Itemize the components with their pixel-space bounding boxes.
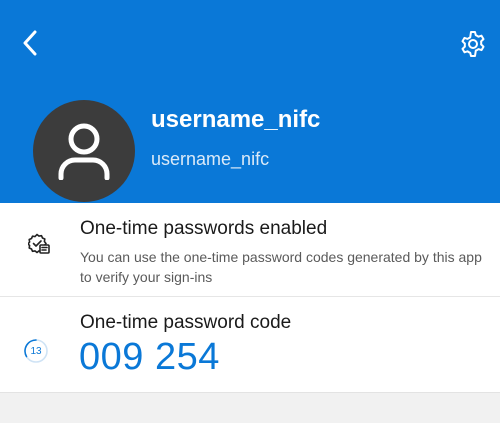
avatar xyxy=(33,100,135,202)
person-icon xyxy=(58,123,110,180)
account-username: username_nifc xyxy=(151,149,270,169)
account-display-name: username_nifc xyxy=(151,106,321,133)
countdown-seconds: 13 xyxy=(30,345,42,357)
settings-button[interactable] xyxy=(456,27,490,61)
account-header: username_nifc username_nifc xyxy=(0,0,500,203)
otp-code-title: One-time password code xyxy=(80,312,292,333)
gear-icon xyxy=(461,31,485,57)
footer-spacer xyxy=(0,392,500,423)
checkmark-badge-icon xyxy=(28,233,50,254)
otp-enabled-description: You can use the one-time password codes … xyxy=(80,249,482,285)
otp-enabled-title: One-time passwords enabled xyxy=(80,218,328,239)
otp-code-value[interactable]: 009 254 xyxy=(79,336,220,379)
chevron-left-icon xyxy=(23,30,37,56)
back-button[interactable] xyxy=(14,27,46,59)
